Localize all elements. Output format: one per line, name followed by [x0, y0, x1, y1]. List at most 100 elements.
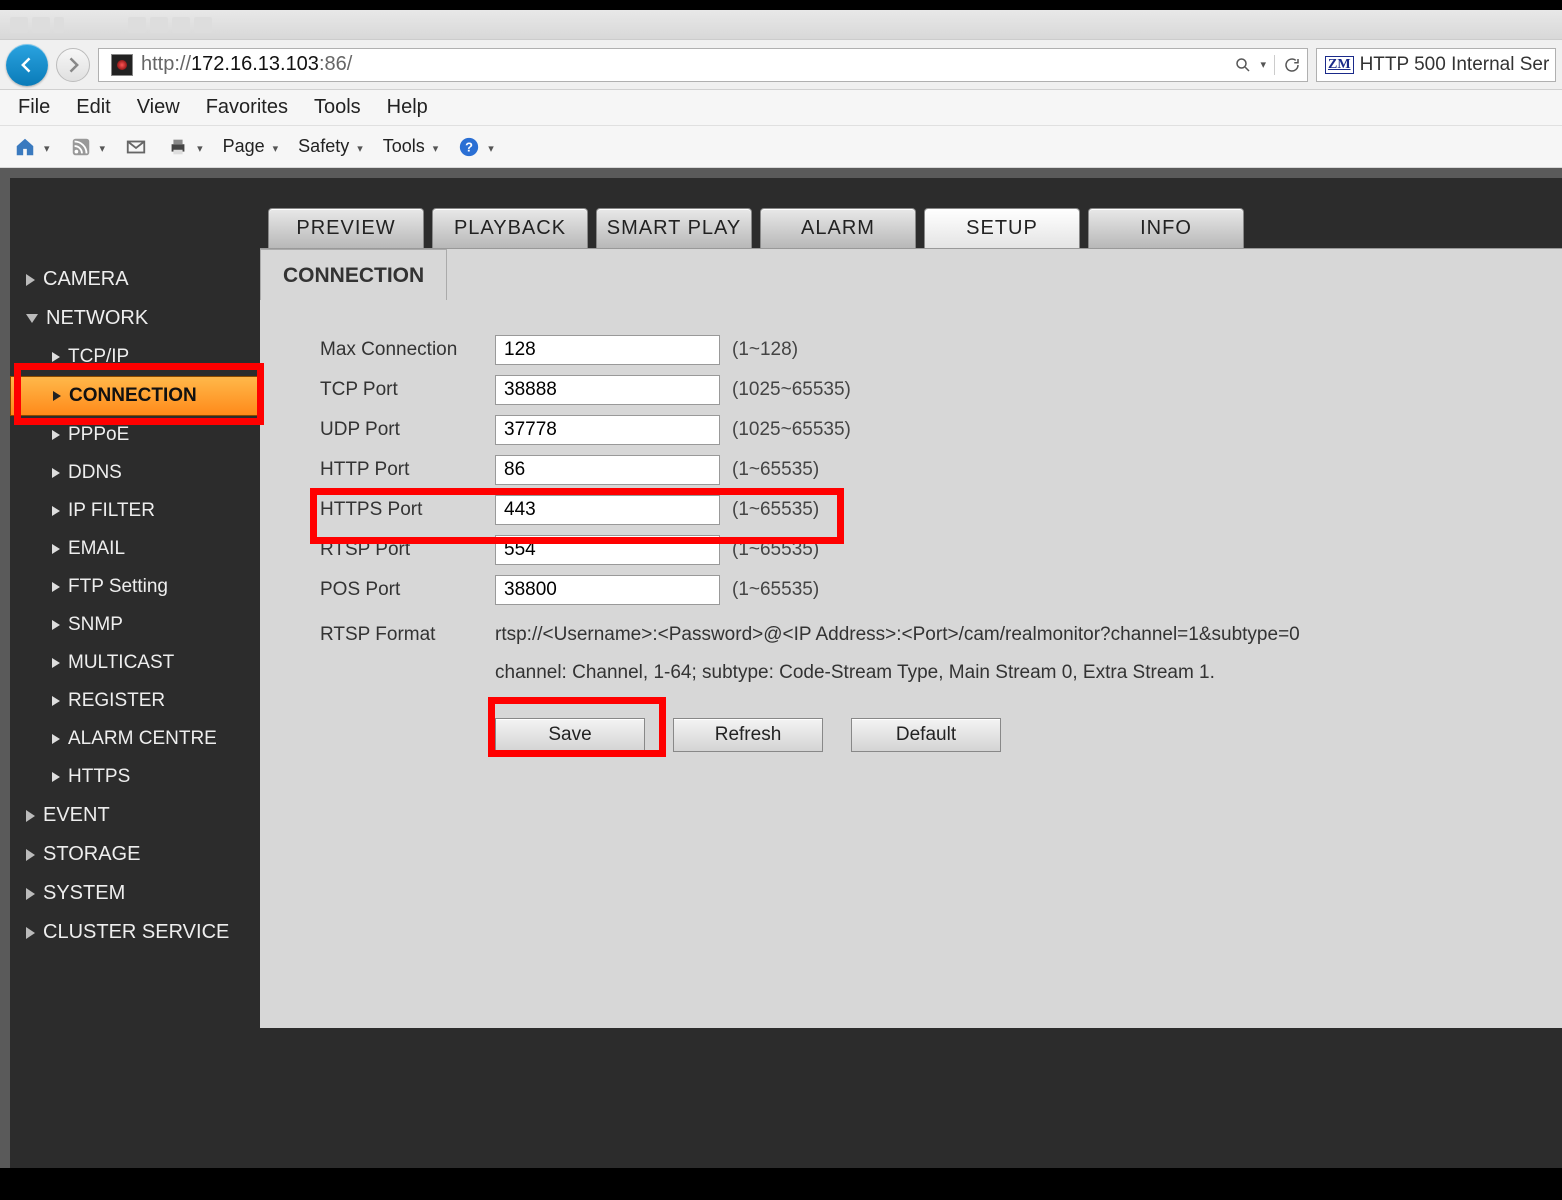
- menu-favorites[interactable]: Favorites: [206, 96, 288, 119]
- browser-tab[interactable]: ZM HTTP 500 Internal Ser: [1316, 48, 1556, 82]
- label-rtspformat: RTSP Format: [320, 616, 495, 654]
- row-tcpport: TCP Port (1025~65535): [320, 370, 1502, 410]
- safety-menu[interactable]: Safety: [298, 136, 363, 157]
- sidebar-pppoe[interactable]: PPPoE: [10, 416, 260, 454]
- sidebar-https[interactable]: HTTPS: [10, 758, 260, 796]
- home-button[interactable]: [14, 136, 50, 158]
- sidebar-multicast[interactable]: MULTICAST: [10, 644, 260, 682]
- menu-tools[interactable]: Tools: [314, 96, 361, 119]
- label-maxconnection: Max Connection: [320, 339, 495, 361]
- expand-icon: [26, 888, 35, 900]
- sidebar-email[interactable]: EMAIL: [10, 530, 260, 568]
- sidebar-snmp[interactable]: SNMP: [10, 606, 260, 644]
- sidebar-system[interactable]: SYSTEM: [10, 874, 260, 913]
- input-tcpport[interactable]: [495, 375, 720, 405]
- address-bar-row: http://172.16.13.103:86/ ▾ ZM HTTP 500 I…: [0, 40, 1562, 90]
- input-maxconnection[interactable]: [495, 335, 720, 365]
- refresh-button[interactable]: Refresh: [673, 718, 823, 752]
- sidebar-camera[interactable]: CAMERA: [10, 260, 260, 299]
- row-rtspport: RTSP Port (1~65535): [320, 530, 1502, 570]
- command-bar: Page Safety Tools ?: [0, 126, 1562, 168]
- back-button[interactable]: [6, 44, 48, 86]
- url-host: 172.16.13.103: [191, 53, 319, 76]
- row-maxconnection: Max Connection (1~128): [320, 330, 1502, 370]
- sidebar-ddns[interactable]: DDNS: [10, 454, 260, 492]
- sidebar-register[interactable]: REGISTER: [10, 682, 260, 720]
- sidebar-alarmcentre[interactable]: ALARM CENTRE: [10, 720, 260, 758]
- menu-view[interactable]: View: [137, 96, 180, 119]
- input-httpport[interactable]: [495, 455, 720, 485]
- save-button[interactable]: Save: [495, 718, 645, 752]
- tab-setup[interactable]: SETUP: [924, 208, 1080, 248]
- row-posport: POS Port (1~65535): [320, 570, 1502, 610]
- sidebar-ipfilter[interactable]: IP FILTER: [10, 492, 260, 530]
- tab-playback[interactable]: PLAYBACK: [432, 208, 588, 248]
- rtsp-format-line1: rtsp://<Username>:<Password>@<IP Address…: [495, 616, 1300, 654]
- expand-icon: [26, 274, 35, 286]
- row-httpport: HTTP Port (1~65535): [320, 450, 1502, 490]
- tab-preview[interactable]: PREVIEW: [268, 208, 424, 248]
- sidebar-tcpip[interactable]: TCP/IP: [10, 338, 260, 376]
- tab-smartplay[interactable]: SMART PLAY: [596, 208, 752, 248]
- chevron-right-icon: [52, 468, 60, 478]
- window-tabstrip: [0, 10, 1562, 40]
- top-tabs: PREVIEW PLAYBACK SMART PLAY ALARM SETUP …: [268, 208, 1244, 248]
- mail-button[interactable]: [125, 136, 147, 158]
- hint-tcpport: (1025~65535): [732, 379, 851, 401]
- hint-posport: (1~65535): [732, 579, 819, 601]
- search-icon[interactable]: [1234, 56, 1252, 74]
- hint-udpport: (1025~65535): [732, 419, 851, 441]
- tools-menu[interactable]: Tools: [383, 136, 439, 157]
- menu-file[interactable]: File: [18, 96, 50, 119]
- input-rtspport[interactable]: [495, 535, 720, 565]
- search-dropdown-icon[interactable]: ▾: [1260, 58, 1266, 71]
- site-favicon: [111, 54, 133, 76]
- menu-edit[interactable]: Edit: [76, 96, 110, 119]
- expand-icon: [26, 849, 35, 861]
- row-udpport: UDP Port (1025~65535): [320, 410, 1502, 450]
- url-suffix: :86/: [319, 53, 352, 76]
- label-httpsport: HTTPS Port: [320, 499, 495, 521]
- menu-bar: File Edit View Favorites Tools Help: [0, 90, 1562, 126]
- sidebar-network[interactable]: NETWORK: [10, 299, 260, 338]
- refresh-icon[interactable]: [1283, 56, 1301, 74]
- hint-rtspport: (1~65535): [732, 539, 819, 561]
- collapse-icon: [26, 314, 38, 323]
- chevron-right-icon: [52, 620, 60, 630]
- input-httpsport[interactable]: [495, 495, 720, 525]
- forward-button[interactable]: [56, 48, 90, 82]
- chevron-right-icon: [52, 658, 60, 668]
- chevron-right-icon: [52, 430, 60, 440]
- expand-icon: [26, 810, 35, 822]
- help-button[interactable]: ?: [458, 136, 494, 158]
- label-httpport: HTTP Port: [320, 459, 495, 481]
- hint-httpport: (1~65535): [732, 459, 819, 481]
- app-frame: PREVIEW PLAYBACK SMART PLAY ALARM SETUP …: [0, 168, 1562, 1168]
- chevron-right-icon: [53, 391, 61, 401]
- chevron-right-icon: [52, 544, 60, 554]
- chevron-right-icon: [52, 352, 60, 362]
- print-button[interactable]: [167, 136, 203, 158]
- feeds-button[interactable]: [70, 136, 106, 158]
- sidebar-ftp[interactable]: FTP Setting: [10, 568, 260, 606]
- hint-maxconnection: (1~128): [732, 339, 798, 361]
- default-button[interactable]: Default: [851, 718, 1001, 752]
- tab-alarm[interactable]: ALARM: [760, 208, 916, 248]
- sidebar-cluster[interactable]: CLUSTER SERVICE: [10, 913, 260, 952]
- page-menu[interactable]: Page: [223, 136, 279, 157]
- menu-help[interactable]: Help: [387, 96, 428, 119]
- sidebar-connection[interactable]: CONNECTION: [10, 376, 260, 416]
- label-udpport: UDP Port: [320, 419, 495, 441]
- sidebar-event[interactable]: EVENT: [10, 796, 260, 835]
- browser-chrome: http://172.16.13.103:86/ ▾ ZM HTTP 500 I…: [0, 10, 1562, 168]
- content-panel: CONNECTION Max Connection (1~128) TCP Po…: [260, 248, 1562, 1028]
- sidebar-storage[interactable]: STORAGE: [10, 835, 260, 874]
- input-udpport[interactable]: [495, 415, 720, 445]
- subtab-connection[interactable]: CONNECTION: [260, 249, 447, 300]
- address-bar[interactable]: http://172.16.13.103:86/ ▾: [98, 48, 1308, 82]
- sidebar: CAMERA NETWORK TCP/IP CONNECTION PPPoE D…: [10, 260, 260, 952]
- input-posport[interactable]: [495, 575, 720, 605]
- tab-info[interactable]: INFO: [1088, 208, 1244, 248]
- chevron-right-icon: [52, 506, 60, 516]
- label-rtspport: RTSP Port: [320, 539, 495, 561]
